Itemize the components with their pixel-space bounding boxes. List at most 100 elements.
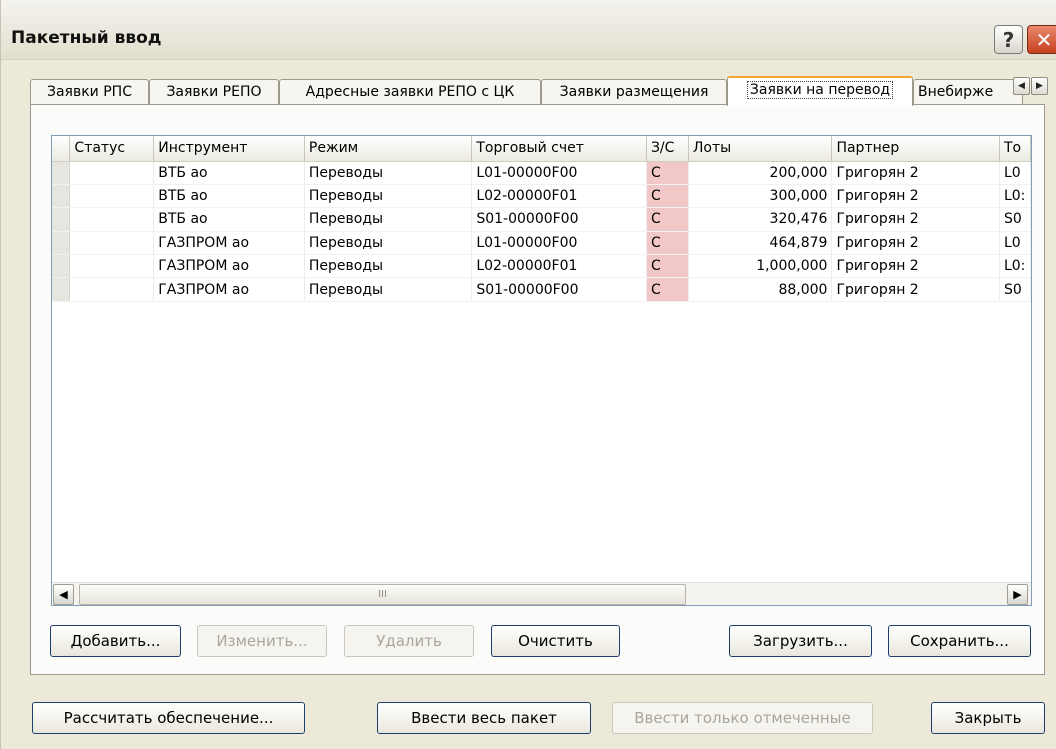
cell-mode: Переводы [304,277,473,302]
arrow-right-icon: ▶ [1013,588,1022,601]
cell-to: L0: [999,254,1031,279]
cell-lots: 200,000 [688,161,833,185]
row-selector[interactable] [52,254,71,279]
tab-label: Заявки размещения [559,84,709,100]
tab-label: Заявки на перевод [746,81,894,99]
cell-lots: 300,000 [688,184,833,209]
row-selector[interactable] [52,161,71,185]
row-selector[interactable] [52,277,71,302]
scroll-thumb[interactable]: III [79,584,686,605]
cell-account: L02-00000F01 [471,184,647,209]
arrow-right-icon: ▶ [1036,81,1043,91]
tab-transfer[interactable]: Заявки на перевод [727,76,913,106]
horizontal-scrollbar[interactable]: ◀ III ▶ [52,582,1031,605]
cell-partner: Григорян 2 [831,254,1000,279]
add-button[interactable]: Добавить... [50,625,181,657]
cell-status [69,161,155,185]
clear-button[interactable]: Очистить [491,625,620,657]
delete-button[interactable]: Удалить [344,625,474,657]
window-close-button[interactable]: ✕ [1027,25,1056,54]
row-selector[interactable] [52,231,71,256]
cell-status [69,231,155,256]
help-button[interactable]: ? [994,25,1023,54]
cell-account: L02-00000F01 [471,254,647,279]
cell-instrument: ВТБ ао [153,161,305,185]
tab-otc[interactable]: Внебирже [913,79,1023,105]
tab-address-repo-ck[interactable]: Адресные заявки РЕПО с ЦК [279,79,541,105]
cell-mode: Переводы [304,161,473,185]
cell-side: С [646,277,689,302]
enter-marked-button[interactable]: Ввести только отмеченные [612,702,873,734]
help-icon: ? [1002,27,1015,52]
edit-button[interactable]: Изменить... [197,625,327,657]
column-header-lots[interactable]: Лоты [688,136,833,162]
load-button[interactable]: Загрузить... [729,625,872,657]
column-header-partner[interactable]: Партнер [831,136,1000,162]
enter-all-button[interactable]: Ввести весь пакет [377,702,591,734]
cell-side: С [646,184,689,209]
cell-to: L0 [999,231,1031,256]
table-row[interactable]: ВТБ ао Переводы S01-00000F00 С 320,476 Г… [52,207,1031,232]
cell-mode: Переводы [304,231,473,256]
tab-label: Заявки РПС [47,84,132,100]
table-row[interactable]: ВТБ ао Переводы L01-00000F00 С 200,000 Г… [52,161,1031,185]
cell-account: S01-00000F00 [471,277,647,302]
tab-label: Заявки РЕПО [166,84,262,100]
table-row[interactable]: ГАЗПРОМ ао Переводы L01-00000F00 С 464,8… [52,231,1031,256]
tab-repo[interactable]: Заявки РЕПО [149,79,279,105]
column-header-side[interactable]: З/С [646,136,689,162]
cell-lots: 1,000,000 [688,254,833,279]
cell-lots: 88,000 [688,277,833,302]
cell-to: S0 [999,207,1031,232]
cell-instrument: ВТБ ао [153,184,305,209]
column-header-to[interactable]: То [999,136,1031,162]
scroll-right-button[interactable]: ▶ [1007,584,1028,605]
cell-partner: Григорян 2 [831,231,1000,256]
cell-lots: 320,476 [688,207,833,232]
tab-placement[interactable]: Заявки размещения [541,79,727,105]
cell-side: С [646,207,689,232]
cell-status [69,254,155,279]
table-row[interactable]: ВТБ ао Переводы L02-00000F01 С 300,000 Г… [52,184,1031,209]
tab-label: Внебирже [918,84,994,100]
cell-account: L01-00000F00 [471,231,647,256]
close-button[interactable]: Закрыть [931,702,1045,734]
save-button[interactable]: Сохранить... [888,625,1031,657]
cell-status [69,207,155,232]
cell-instrument: ГАЗПРОМ ао [153,254,305,279]
cell-partner: Григорян 2 [831,277,1000,302]
column-header-status[interactable]: Статус [69,136,155,162]
column-header-mode[interactable]: Режим [304,136,473,162]
cell-instrument: ГАЗПРОМ ао [153,277,305,302]
cell-side: С [646,254,689,279]
cell-mode: Переводы [304,207,473,232]
cell-account: S01-00000F00 [471,207,647,232]
table-row[interactable]: ГАЗПРОМ ао Переводы L02-00000F01 С 1,000… [52,254,1031,279]
row-selector[interactable] [52,184,71,209]
scroll-left-button[interactable]: ◀ [53,584,74,605]
column-header-instrument[interactable]: Инструмент [153,136,305,162]
cell-account: L01-00000F00 [471,161,647,185]
title-bar: Пакетный ввод ? ✕ [1,0,1056,60]
row-selector-header[interactable] [52,136,71,162]
tab-scroll-right-button[interactable]: ▶ [1031,77,1048,95]
cell-status [69,277,155,302]
cell-mode: Переводы [304,184,473,209]
close-icon: ✕ [1035,27,1053,52]
window-title: Пакетный ввод [11,28,162,48]
table-row[interactable]: ГАЗПРОМ ао Переводы S01-00000F00 С 88,00… [52,277,1031,302]
tab-scroll-left-button[interactable]: ◀ [1013,77,1030,95]
orders-table: Статус Инструмент Режим Торговый счет З/… [52,136,1031,302]
cell-lots: 464,879 [688,231,833,256]
tab-rps[interactable]: Заявки РПС [30,79,149,105]
grip-icon: III [378,589,387,600]
row-selector[interactable] [52,207,71,232]
arrow-left-icon: ◀ [59,588,68,601]
calculate-collateral-button[interactable]: Рассчитать обеспечение... [32,702,305,734]
table-header-row: Статус Инструмент Режим Торговый счет З/… [52,136,1031,162]
cell-side: С [646,231,689,256]
cell-to: S0 [999,277,1031,302]
column-header-account[interactable]: Торговый счет [471,136,647,162]
cell-instrument: ВТБ ао [153,207,305,232]
cell-to: L0 [999,161,1031,185]
